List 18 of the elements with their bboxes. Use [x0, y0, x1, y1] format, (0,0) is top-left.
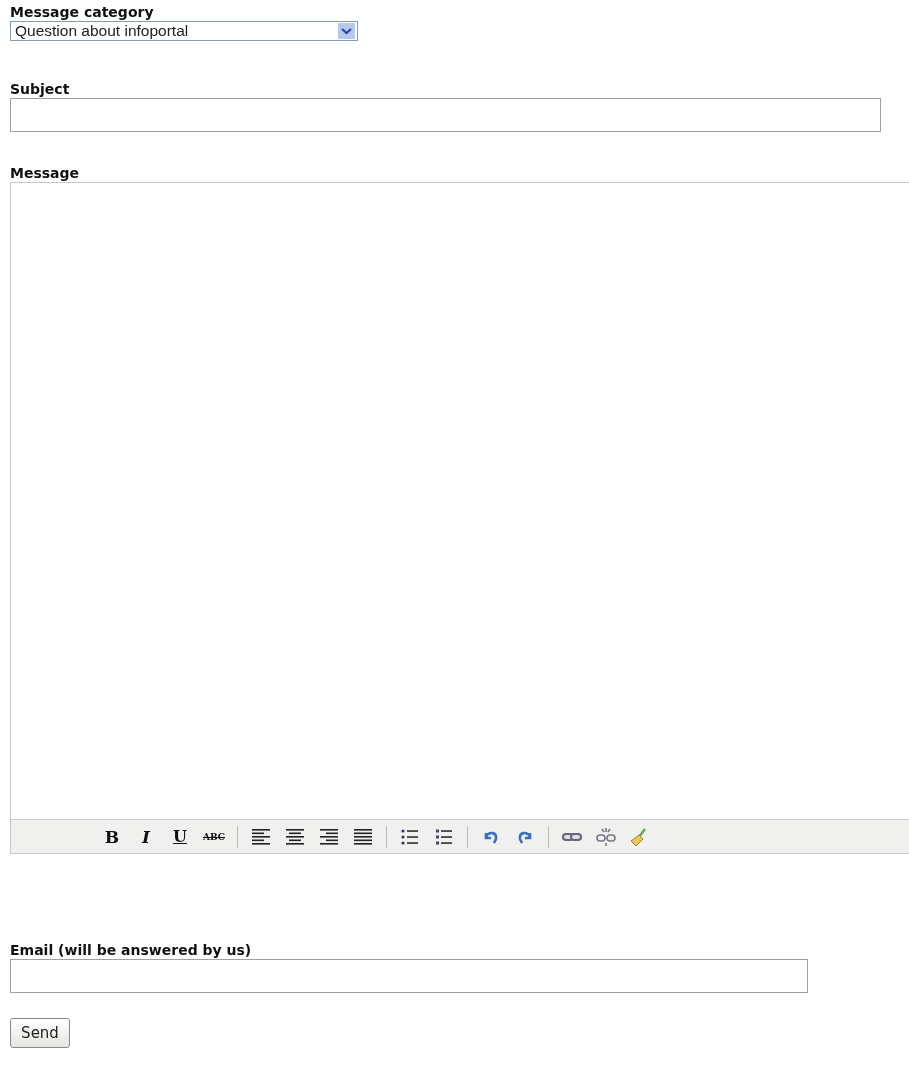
- italic-button[interactable]: I: [131, 823, 161, 850]
- subject-field[interactable]: [10, 98, 881, 132]
- align-left-icon[interactable]: [251, 826, 271, 847]
- underline-button[interactable]: U: [165, 823, 195, 850]
- field-label: Message: [10, 165, 81, 182]
- bold-button[interactable]: B: [97, 823, 127, 850]
- field-label: Message category: [10, 4, 155, 21]
- category-select[interactable]: Question about infoportal: [10, 21, 358, 41]
- justify-icon[interactable]: [353, 826, 373, 847]
- field-label: Subject: [10, 81, 71, 98]
- message-editor[interactable]: B I U ABC: [10, 182, 909, 854]
- align-right-icon[interactable]: [319, 826, 339, 847]
- align-center-icon[interactable]: [285, 826, 305, 847]
- broken-link-icon[interactable]: [596, 826, 616, 847]
- send-button[interactable]: Send: [10, 1018, 70, 1048]
- email-field[interactable]: [10, 959, 808, 993]
- strikethrough-button[interactable]: ABC: [199, 823, 229, 850]
- field-label: Email (will be answered by us): [10, 942, 253, 959]
